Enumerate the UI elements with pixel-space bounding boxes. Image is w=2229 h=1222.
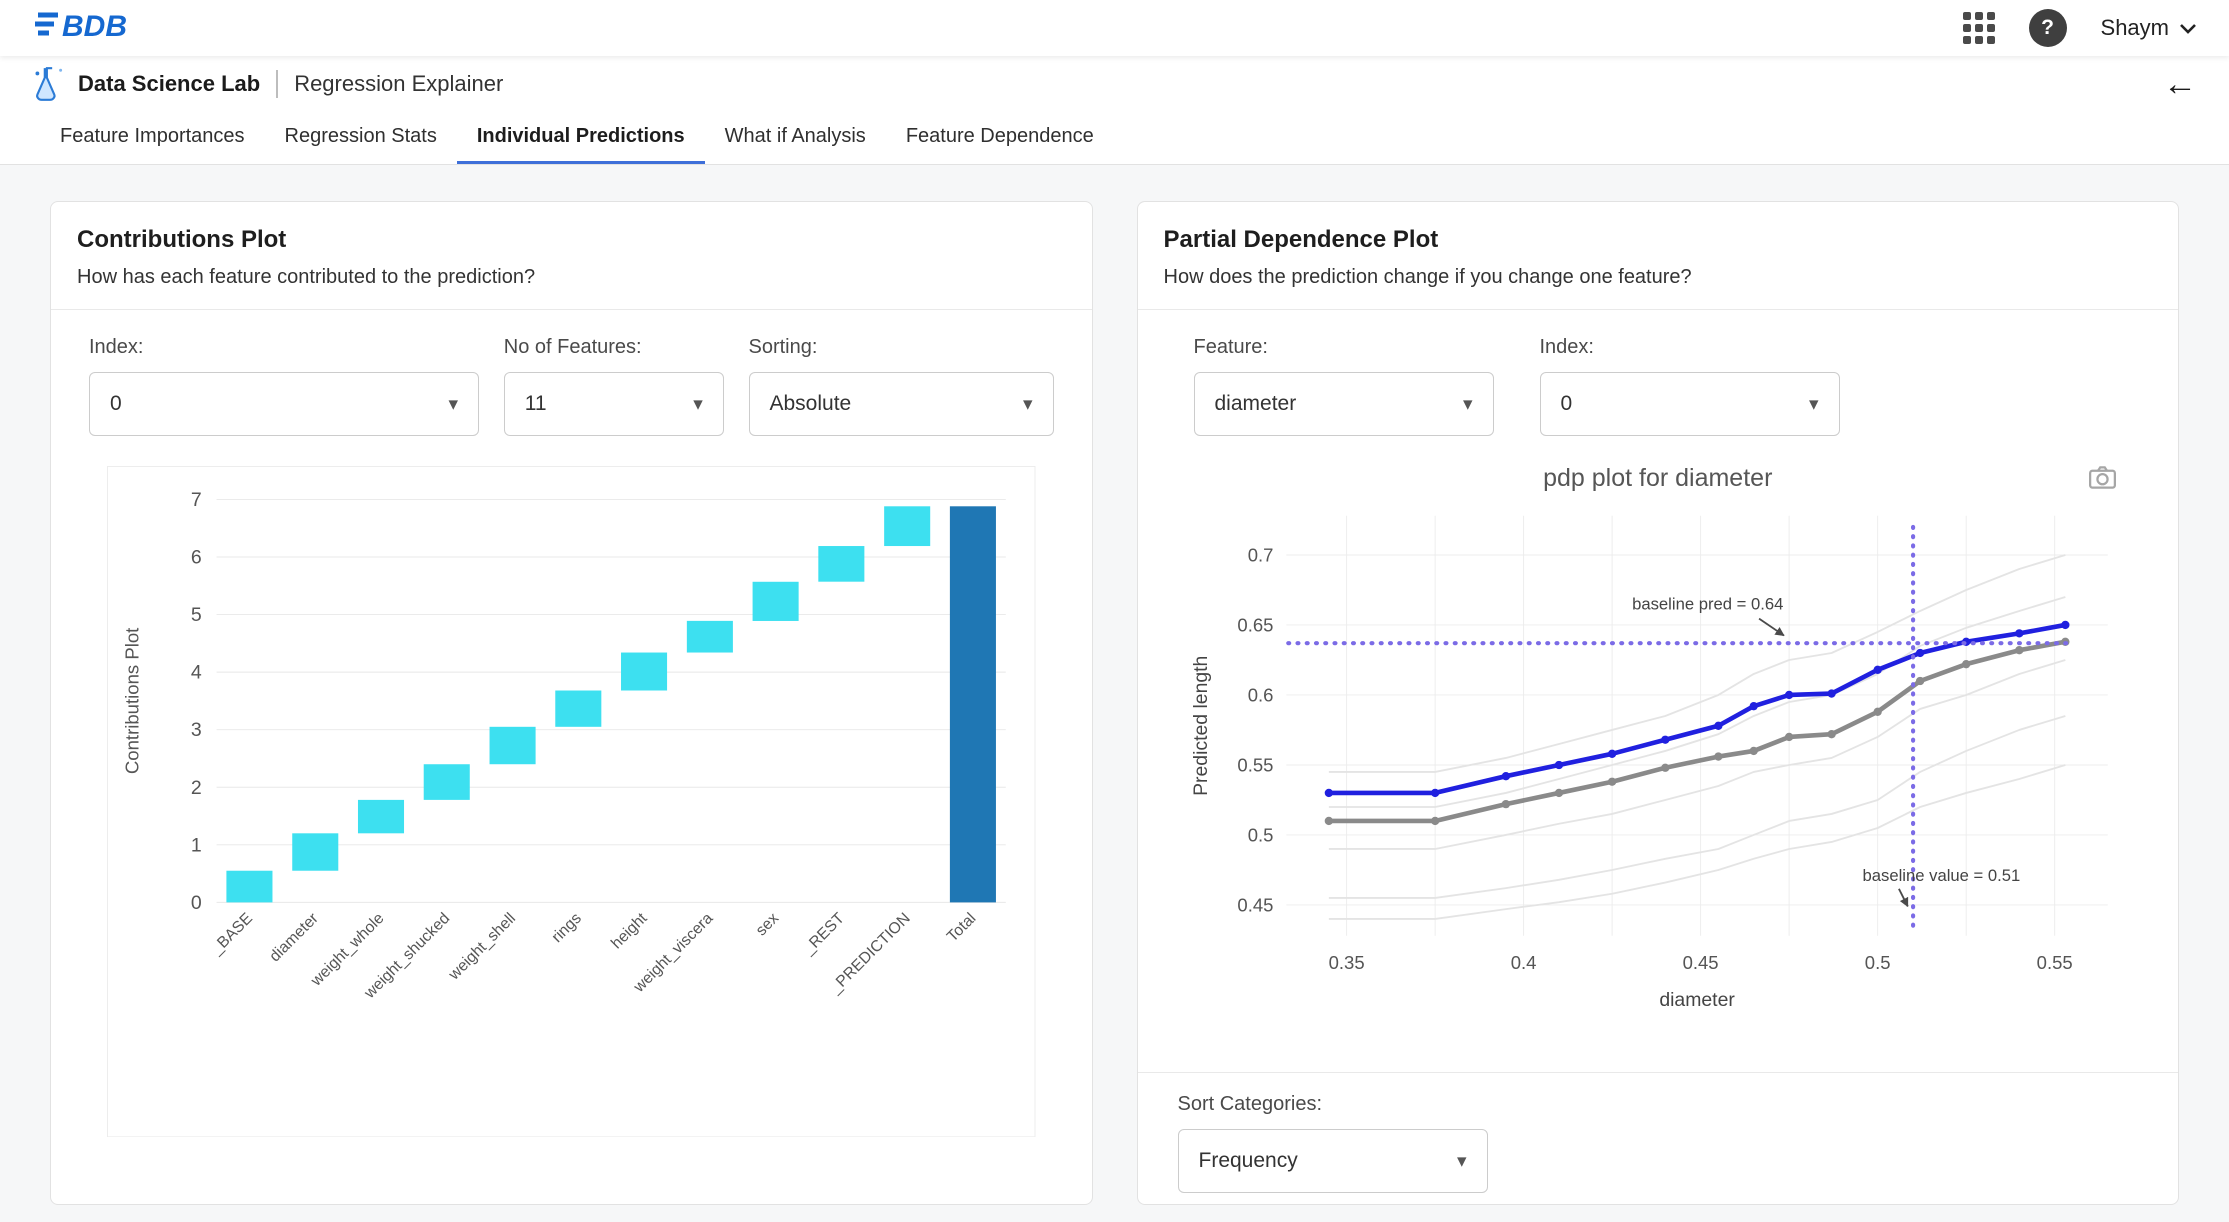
feature-control: Feature: diameter ▾ <box>1194 336 1494 436</box>
user-menu[interactable]: Shaym <box>2101 15 2197 41</box>
pdp-header: Partial Dependence Plot How does the pre… <box>1138 202 2179 310</box>
select-value: 0 <box>110 392 122 416</box>
svg-text:0.45: 0.45 <box>1682 952 1718 973</box>
bdb-logo[interactable]: BDB <box>32 6 182 51</box>
pdp-title-row: pdp plot for diameter <box>1138 464 2179 493</box>
svg-text:7: 7 <box>191 489 202 511</box>
svg-text:2: 2 <box>191 777 202 799</box>
chevron-down-icon: ▾ <box>1457 1150 1467 1173</box>
user-name: Shaym <box>2101 15 2169 41</box>
svg-text:0.7: 0.7 <box>1247 544 1273 565</box>
control-label: Sorting: <box>749 336 1054 359</box>
chevron-down-icon: ▾ <box>1809 393 1819 416</box>
chevron-down-icon: ▾ <box>693 393 703 416</box>
data-science-lab-icon <box>32 65 66 103</box>
select-value: 0 <box>1561 392 1573 416</box>
svg-text:0.55: 0.55 <box>2036 952 2072 973</box>
svg-text:5: 5 <box>191 604 202 626</box>
svg-text:Predicted length: Predicted length <box>1189 656 1211 796</box>
chart-title: pdp plot for diameter <box>1543 464 1772 493</box>
control-label: Index: <box>1540 336 1840 359</box>
svg-text:0.5: 0.5 <box>1247 824 1273 845</box>
camera-icon[interactable] <box>2089 466 2116 494</box>
pdp-panel: Partial Dependence Plot How does the pre… <box>1137 201 2180 1205</box>
svg-text:diameter: diameter <box>1659 989 1735 1011</box>
sort-categories-section: Sort Categories: Frequency ▾ <box>1138 1072 2179 1205</box>
apps-grid-icon[interactable] <box>1963 12 1995 44</box>
contributions-waterfall-chart[interactable]: 01234567_BASEdiameterweight_wholeweight_… <box>107 466 1036 1137</box>
svg-text:0.65: 0.65 <box>1237 614 1273 635</box>
svg-text:Contributions Plot: Contributions Plot <box>122 627 143 774</box>
top-navbar: BDB ? Shaym <box>0 0 2229 56</box>
index-control: Index: 0 ▾ <box>89 336 479 436</box>
sorting-select[interactable]: Absolute ▾ <box>749 372 1054 436</box>
select-value: Absolute <box>770 392 852 416</box>
sort-categories-control: Sort Categories: Frequency ▾ <box>1178 1093 1488 1193</box>
svg-text:1: 1 <box>191 834 202 856</box>
panel-title: Partial Dependence Plot <box>1164 226 2153 254</box>
panel-subtitle: How does the prediction change if you ch… <box>1164 266 2153 289</box>
divider <box>276 70 278 98</box>
page-title: Regression Explainer <box>294 71 503 97</box>
control-label: Sort Categories: <box>1178 1093 1488 1116</box>
svg-text:baseline value = 0.51: baseline value = 0.51 <box>1862 866 2020 885</box>
help-icon[interactable]: ? <box>2029 9 2067 47</box>
chevron-down-icon <box>2179 23 2197 34</box>
pdp-line-chart[interactable]: 0.45 0.5 0.55 0.6 0.65 0.7 0.35 0.4 0.45 0.5 0.55 b… <box>1168 501 2149 1056</box>
panel-subtitle: How has each feature contributed to the … <box>77 266 1066 289</box>
tab-individual-predictions[interactable]: Individual Predictions <box>457 111 705 164</box>
svg-text:0.35: 0.35 <box>1328 952 1364 973</box>
tab-bar: Feature Importances Regression Stats Ind… <box>0 111 2229 165</box>
svg-text:4: 4 <box>191 662 202 684</box>
tab-regression-stats[interactable]: Regression Stats <box>265 111 457 164</box>
svg-text:0: 0 <box>191 892 202 914</box>
feature-select[interactable]: diameter ▾ <box>1194 372 1494 436</box>
pdp-index-select[interactable]: 0 ▾ <box>1540 372 1840 436</box>
back-button[interactable]: ← <box>2163 67 2197 101</box>
control-label: No of Features: <box>504 336 724 359</box>
svg-text:BDB: BDB <box>62 10 127 43</box>
select-value: 11 <box>525 392 547 416</box>
sort-categories-select[interactable]: Frequency ▾ <box>1178 1129 1488 1193</box>
contributions-header: Contributions Plot How has each feature … <box>51 202 1092 310</box>
app-header: Data Science Lab Regression Explainer ← <box>0 56 2229 111</box>
chevron-down-icon: ▾ <box>1463 393 1473 416</box>
pdp-index-control: Index: 0 ▾ <box>1540 336 1840 436</box>
select-value: diameter <box>1215 392 1297 416</box>
contributions-panel: Contributions Plot How has each feature … <box>50 201 1093 1205</box>
svg-text:3: 3 <box>191 719 202 741</box>
svg-text:baseline pred = 0.64: baseline pred = 0.64 <box>1632 595 1783 614</box>
control-label: Feature: <box>1194 336 1494 359</box>
sorting-control: Sorting: Absolute ▾ <box>749 336 1054 436</box>
svg-text:0.4: 0.4 <box>1510 952 1536 973</box>
svg-text:0.5: 0.5 <box>1864 952 1890 973</box>
svg-text:0.55: 0.55 <box>1237 754 1273 775</box>
tab-feature-dependence[interactable]: Feature Dependence <box>886 111 1114 164</box>
control-label: Index: <box>89 336 479 359</box>
main-content: Contributions Plot How has each feature … <box>0 165 2229 1205</box>
svg-text:0.6: 0.6 <box>1247 684 1273 705</box>
contributions-controls: Index: 0 ▾ No of Features: 11 ▾ Sorting:… <box>51 310 1092 444</box>
svg-text:6: 6 <box>191 546 202 568</box>
tab-feature-importances[interactable]: Feature Importances <box>40 111 265 164</box>
app-name: Data Science Lab <box>78 71 260 97</box>
num-features-control: No of Features: 11 ▾ <box>504 336 724 436</box>
pdp-controls: Feature: diameter ▾ Index: 0 ▾ <box>1138 310 2179 444</box>
chevron-down-icon: ▾ <box>1023 393 1033 416</box>
svg-text:0.45: 0.45 <box>1237 894 1273 915</box>
panel-title: Contributions Plot <box>77 226 1066 254</box>
tab-what-if-analysis[interactable]: What if Analysis <box>705 111 886 164</box>
chevron-down-icon: ▾ <box>448 393 458 416</box>
select-value: Frequency <box>1199 1149 1298 1173</box>
num-features-select[interactable]: 11 ▾ <box>504 372 724 436</box>
index-select[interactable]: 0 ▾ <box>89 372 479 436</box>
